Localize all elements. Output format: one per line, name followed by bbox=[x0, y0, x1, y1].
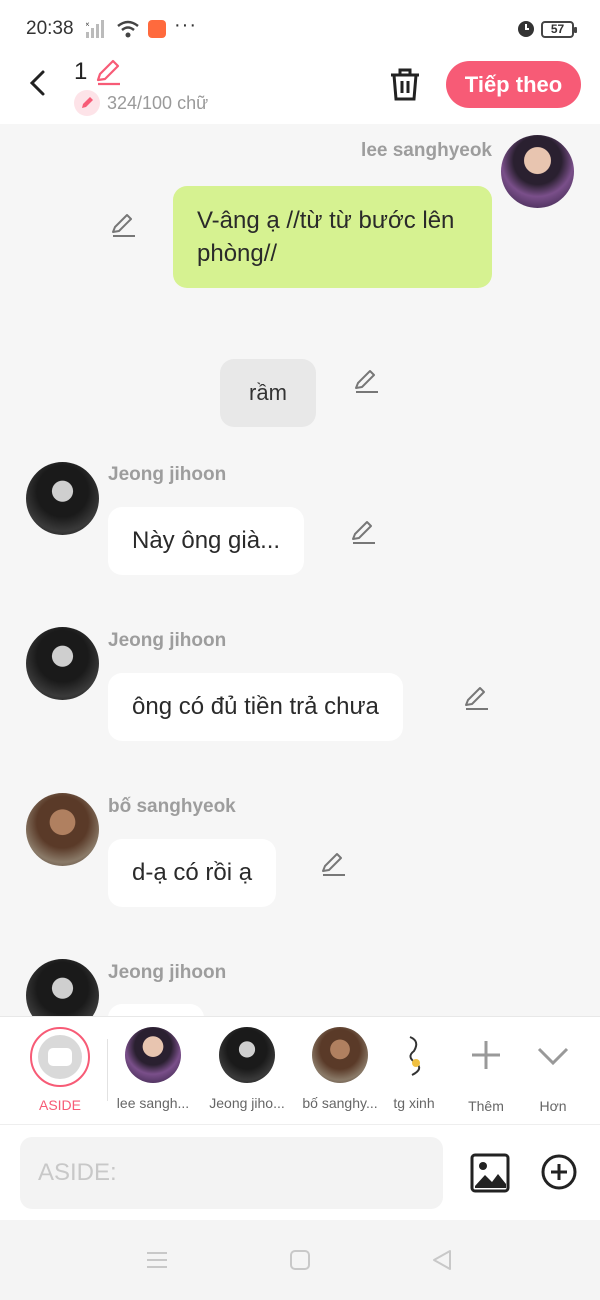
top-bar: 1 324/100 chữ Tiếp theo bbox=[0, 58, 600, 124]
svg-text:×: × bbox=[86, 20, 90, 29]
avatar[interactable] bbox=[26, 793, 99, 866]
pencil-icon bbox=[74, 90, 100, 116]
character-label: Jeong jiho... bbox=[209, 1095, 285, 1111]
add-circle-icon[interactable] bbox=[540, 1153, 578, 1191]
edit-message-icon[interactable] bbox=[350, 519, 378, 547]
edit-title-icon[interactable] bbox=[94, 58, 122, 86]
status-time: 20:38 bbox=[26, 18, 74, 39]
speaker-name: lee sanghyeok bbox=[361, 140, 492, 161]
character-item[interactable]: lee sangh... bbox=[108, 1027, 198, 1111]
system-nav-bar bbox=[0, 1220, 600, 1300]
menu-icon[interactable] bbox=[145, 1250, 169, 1270]
character-label: lee sangh... bbox=[116, 1095, 190, 1111]
avatar bbox=[219, 1027, 275, 1083]
aside-button[interactable] bbox=[30, 1027, 90, 1087]
edit-message-icon[interactable] bbox=[320, 851, 348, 879]
more-notifications-icon: ··· bbox=[174, 14, 197, 36]
app-notification-icon bbox=[148, 20, 166, 38]
image-icon[interactable] bbox=[470, 1153, 510, 1193]
avatar[interactable] bbox=[26, 959, 99, 1016]
edit-message-icon[interactable] bbox=[353, 368, 381, 396]
character-selector: ASIDE lee sangh... Jeong jiho... bố sang… bbox=[0, 1016, 600, 1124]
aside-label: ASIDE bbox=[38, 1097, 81, 1113]
speaker-name: bố sanghyeok bbox=[108, 796, 236, 817]
message-input[interactable] bbox=[20, 1137, 443, 1209]
message-bubble[interactable] bbox=[108, 1004, 204, 1016]
home-icon[interactable] bbox=[289, 1249, 311, 1271]
avatar[interactable] bbox=[26, 627, 99, 700]
message-bubble[interactable]: V-âng ạ //từ từ bước lên phòng// bbox=[173, 186, 492, 288]
aside-bubble[interactable]: rầm bbox=[220, 359, 316, 427]
chevron-down-icon bbox=[537, 1047, 569, 1066]
edit-message-icon[interactable] bbox=[463, 685, 491, 713]
avatar bbox=[312, 1027, 368, 1083]
speaker-name: Jeong jihoon bbox=[108, 630, 227, 651]
edit-message-icon[interactable] bbox=[110, 212, 138, 240]
avatar bbox=[125, 1027, 181, 1083]
avatar[interactable] bbox=[501, 135, 574, 208]
back-triangle-icon[interactable] bbox=[430, 1248, 454, 1272]
plus-icon bbox=[472, 1041, 500, 1069]
message-bubble[interactable]: ông có đủ tiền trả chưa bbox=[108, 673, 403, 741]
speaker-name: Jeong jihoon bbox=[108, 464, 227, 485]
more-button[interactable]: Hơn bbox=[508, 1027, 598, 1114]
battery-indicator: 57 bbox=[541, 21, 577, 38]
message-bubble[interactable]: d-ạ có rồi ạ bbox=[108, 839, 277, 907]
status-bar: 20:38 × ··· 57 bbox=[0, 0, 600, 58]
avatar bbox=[386, 1027, 442, 1083]
more-label: Hơn bbox=[539, 1098, 567, 1114]
trash-icon[interactable] bbox=[388, 66, 422, 102]
char-count: 324/100 chữ bbox=[107, 93, 209, 113]
message-bubble[interactable]: Này ông già... bbox=[108, 507, 305, 575]
wifi-icon bbox=[117, 20, 139, 38]
input-bar bbox=[0, 1124, 600, 1220]
avatar[interactable] bbox=[26, 462, 99, 535]
back-arrow-icon[interactable] bbox=[24, 68, 54, 98]
chat-area[interactable]: lee sanghyeok V-âng ạ //từ từ bước lên p… bbox=[0, 124, 600, 1016]
next-button[interactable]: Tiếp theo bbox=[446, 61, 581, 108]
signal-icon: × bbox=[86, 20, 104, 38]
page-title[interactable]: 1 bbox=[74, 58, 87, 86]
speaker-name: Jeong jihoon bbox=[108, 962, 227, 983]
character-item[interactable]: Jeong jiho... bbox=[202, 1027, 292, 1111]
alarm-icon bbox=[518, 21, 534, 37]
